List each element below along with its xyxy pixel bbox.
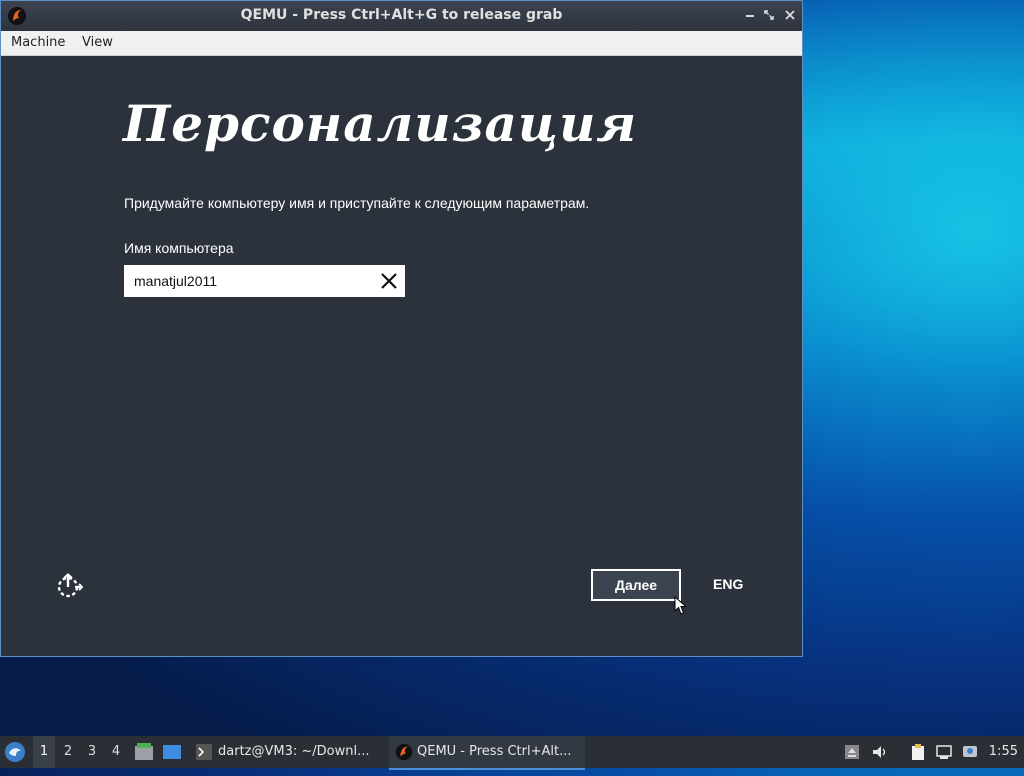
task-label: QEMU - Press Ctrl+Alt... xyxy=(417,744,572,759)
workspace-2[interactable]: 2 xyxy=(57,736,79,768)
page-title: Персонализация xyxy=(123,94,638,153)
computer-name-input[interactable] xyxy=(124,265,374,297)
file-manager-launcher[interactable] xyxy=(134,736,156,768)
guest-screen: Персонализация Придумайте компьютеру имя… xyxy=(1,56,802,656)
close-icon xyxy=(381,273,397,289)
language-indicator[interactable]: ENG xyxy=(713,576,743,592)
ease-of-access-icon[interactable] xyxy=(55,572,83,600)
maximize-icon xyxy=(764,10,774,20)
task-terminal[interactable]: dartz@VM3: ~/Downl... xyxy=(192,736,384,768)
network-icon[interactable] xyxy=(936,744,952,760)
page-subtitle: Придумайте компьютеру имя и приступайте … xyxy=(124,195,590,211)
minimize-icon xyxy=(746,15,754,17)
maximize-button[interactable] xyxy=(761,7,777,23)
eject-icon[interactable] xyxy=(844,744,860,760)
desktop-wallpaper xyxy=(780,0,1024,420)
workspace-1[interactable]: 1 xyxy=(33,736,55,768)
next-button[interactable]: Далее xyxy=(591,569,681,601)
notification-icon[interactable] xyxy=(962,744,978,760)
menu-view[interactable]: View xyxy=(82,35,113,50)
close-icon xyxy=(785,10,795,20)
computer-name-field xyxy=(124,265,405,297)
close-window-button[interactable] xyxy=(782,7,798,23)
menubar: Machine View xyxy=(1,31,802,56)
desktop-icon xyxy=(163,745,181,759)
minimize-button[interactable] xyxy=(742,7,758,23)
menu-machine[interactable]: Machine xyxy=(11,35,65,50)
workspace-3[interactable]: 3 xyxy=(81,736,103,768)
clipboard-icon[interactable] xyxy=(910,744,926,760)
qemu-icon xyxy=(395,743,413,761)
task-qemu[interactable]: QEMU - Press Ctrl+Alt... xyxy=(389,736,585,770)
window-title: QEMU - Press Ctrl+Alt+G to release grab xyxy=(240,7,563,23)
lxqt-logo-icon xyxy=(5,742,25,762)
taskbar: 1 2 3 4 dartz@VM3: ~/Downl... QEMU - Pre… xyxy=(0,736,1024,770)
volume-icon[interactable] xyxy=(872,744,888,760)
computer-name-label: Имя компьютера xyxy=(124,240,234,256)
mouse-cursor-icon xyxy=(674,596,688,615)
file-manager-icon xyxy=(135,743,153,760)
task-label: dartz@VM3: ~/Downl... xyxy=(218,744,370,759)
clock[interactable]: 1:55 xyxy=(989,736,1018,768)
workspace-4[interactable]: 4 xyxy=(105,736,127,768)
qemu-window: QEMU - Press Ctrl+Alt+G to release grab … xyxy=(0,0,803,657)
window-titlebar[interactable]: QEMU - Press Ctrl+Alt+G to release grab xyxy=(1,1,802,31)
show-desktop-launcher[interactable] xyxy=(162,736,184,768)
clear-input-button[interactable] xyxy=(379,271,399,291)
terminal-icon xyxy=(196,744,212,760)
start-menu-button[interactable] xyxy=(4,736,30,768)
